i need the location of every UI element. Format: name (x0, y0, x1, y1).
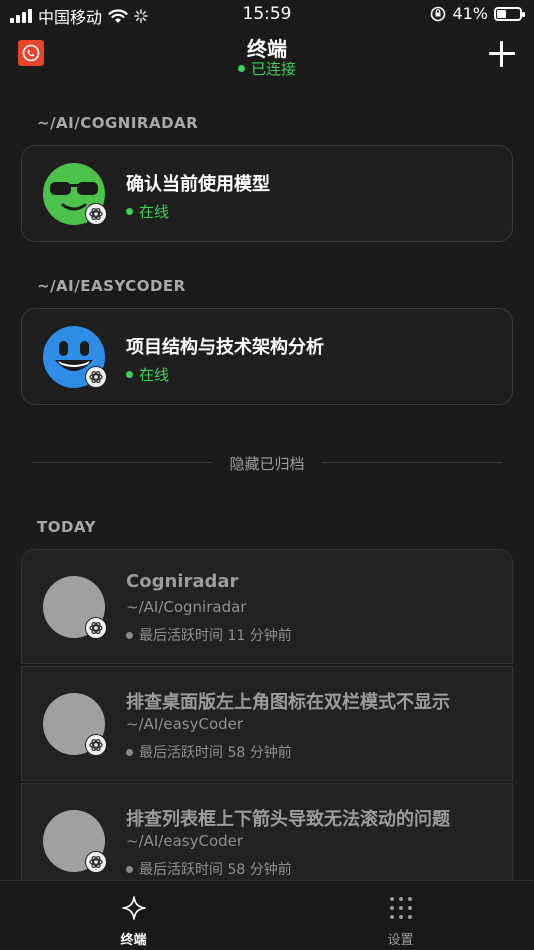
add-session-button[interactable] (488, 40, 516, 68)
last-active-label: 最后活跃时间 58 分钟前 (139, 862, 292, 878)
status-right: 41% (430, 4, 525, 23)
battery-percent: 41% (452, 4, 488, 23)
online-status: 在线 (126, 364, 169, 385)
connection-status: 已连接 (0, 58, 534, 79)
project-path-header: ~/AI/COGNIRADAR (37, 114, 199, 132)
active-session-card[interactable]: 项目结构与技术架构分析 在线 (21, 308, 513, 405)
status-bar: 中国移动 15:59 41% (0, 0, 534, 30)
tab-bar: 终端 设置 (0, 880, 534, 950)
battery-icon (494, 6, 525, 21)
nav-bar: 终端 已连接 (0, 30, 534, 82)
status-dot-icon (126, 631, 133, 639)
online-status-label: 在线 (139, 366, 170, 384)
openai-icon (85, 851, 107, 873)
status-dot-icon (126, 371, 133, 378)
list-item[interactable]: Cogniradar ~/AI/Cogniradar 最后活跃时间 11 分钟前 (21, 549, 513, 664)
status-dot-icon (237, 65, 245, 72)
divider (322, 462, 502, 463)
connection-status-label: 已连接 (250, 60, 296, 78)
session-path: ~/AI/easyCoder (126, 832, 244, 850)
tab-label: 设置 (387, 933, 414, 948)
screen: 中国移动 15:59 41% 终端 已连接 ~/AI/COGNIRADAR 确认… (0, 0, 534, 950)
session-path: ~/AI/Cogniradar (126, 598, 247, 616)
grid-icon (267, 895, 534, 921)
openai-icon (85, 366, 107, 388)
last-active: 最后活跃时间 11 分钟前 (126, 625, 292, 645)
last-active: 最后活跃时间 58 分钟前 (126, 859, 292, 879)
sparkle-icon (0, 895, 267, 921)
status-dot-icon (126, 748, 133, 756)
hide-archived-toggle[interactable]: 隐藏已归档 (0, 453, 534, 474)
active-session-card[interactable]: 确认当前使用模型 在线 (21, 145, 513, 242)
openai-icon (85, 617, 107, 639)
session-title: Cogniradar (126, 571, 239, 592)
online-status-label: 在线 (139, 203, 170, 221)
list-item[interactable]: 排查桌面版左上角图标在双栏模式不显示 ~/AI/easyCoder 最后活跃时间… (21, 666, 513, 781)
online-status: 在线 (126, 201, 169, 222)
openai-icon (85, 203, 107, 225)
session-title: 排查桌面版左上角图标在双栏模式不显示 (126, 692, 450, 713)
session-title: 确认当前使用模型 (126, 174, 270, 195)
tab-settings[interactable]: 设置 (267, 881, 534, 950)
last-active-label: 最后活跃时间 11 分钟前 (139, 628, 292, 644)
session-path: ~/AI/easyCoder (126, 715, 244, 733)
last-active-label: 最后活跃时间 58 分钟前 (139, 745, 292, 761)
session-title: 项目结构与技术架构分析 (126, 337, 324, 358)
today-header: TODAY (37, 518, 96, 536)
session-title: 排查列表框上下箭头导致无法滚动的问题 (126, 809, 450, 830)
project-path-header: ~/AI/EASYCODER (37, 277, 186, 295)
status-dot-icon (126, 865, 133, 873)
tab-terminal[interactable]: 终端 (0, 881, 267, 950)
orientation-lock-icon (430, 6, 446, 22)
tab-label: 终端 (120, 933, 147, 948)
last-active: 最后活跃时间 58 分钟前 (126, 742, 292, 762)
status-dot-icon (126, 208, 133, 215)
openai-icon (85, 734, 107, 756)
